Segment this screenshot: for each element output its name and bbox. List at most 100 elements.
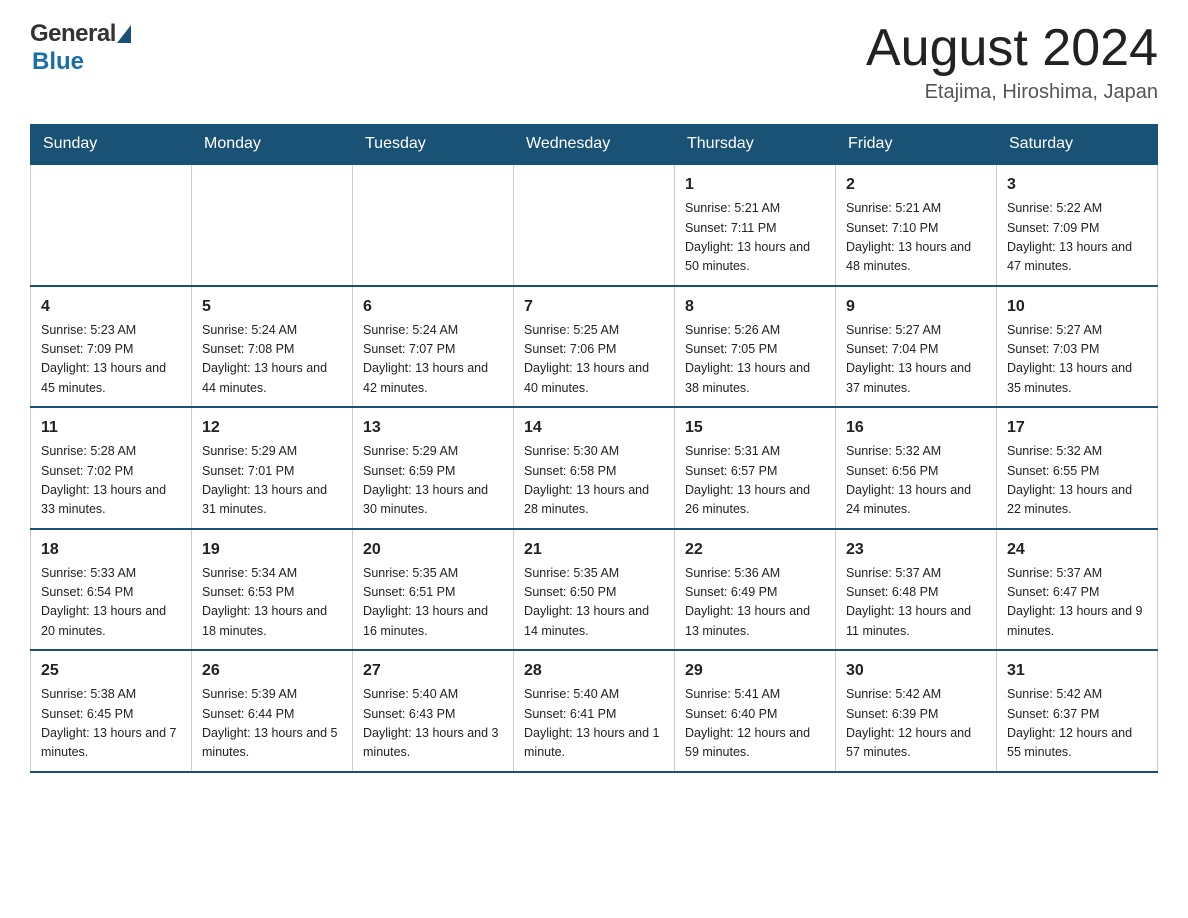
- calendar-day: 16Sunrise: 5:32 AM Sunset: 6:56 PM Dayli…: [836, 407, 997, 529]
- calendar-day: 18Sunrise: 5:33 AM Sunset: 6:54 PM Dayli…: [31, 529, 192, 651]
- day-number: 8: [685, 295, 825, 319]
- day-info: Sunrise: 5:41 AM Sunset: 6:40 PM Dayligh…: [685, 685, 825, 763]
- day-info: Sunrise: 5:27 AM Sunset: 7:03 PM Dayligh…: [1007, 321, 1147, 399]
- weekday-header-tuesday: Tuesday: [353, 125, 514, 165]
- weekday-header-saturday: Saturday: [997, 125, 1158, 165]
- calendar-day: 13Sunrise: 5:29 AM Sunset: 6:59 PM Dayli…: [353, 407, 514, 529]
- day-info: Sunrise: 5:25 AM Sunset: 7:06 PM Dayligh…: [524, 321, 664, 399]
- calendar-day: 17Sunrise: 5:32 AM Sunset: 6:55 PM Dayli…: [997, 407, 1158, 529]
- day-info: Sunrise: 5:21 AM Sunset: 7:11 PM Dayligh…: [685, 199, 825, 277]
- calendar-day: [353, 164, 514, 286]
- logo: General Blue: [30, 20, 131, 76]
- calendar-day: 6Sunrise: 5:24 AM Sunset: 7:07 PM Daylig…: [353, 286, 514, 408]
- calendar-day: 3Sunrise: 5:22 AM Sunset: 7:09 PM Daylig…: [997, 164, 1158, 286]
- weekday-header-monday: Monday: [192, 125, 353, 165]
- calendar-day: 31Sunrise: 5:42 AM Sunset: 6:37 PM Dayli…: [997, 650, 1158, 772]
- day-info: Sunrise: 5:37 AM Sunset: 6:47 PM Dayligh…: [1007, 564, 1147, 642]
- day-number: 31: [1007, 659, 1147, 683]
- calendar-day: 20Sunrise: 5:35 AM Sunset: 6:51 PM Dayli…: [353, 529, 514, 651]
- calendar-day: 4Sunrise: 5:23 AM Sunset: 7:09 PM Daylig…: [31, 286, 192, 408]
- day-info: Sunrise: 5:24 AM Sunset: 7:08 PM Dayligh…: [202, 321, 342, 399]
- header-title-section: August 2024 Etajima, Hiroshima, Japan: [866, 20, 1158, 104]
- calendar-day: 19Sunrise: 5:34 AM Sunset: 6:53 PM Dayli…: [192, 529, 353, 651]
- calendar-day: [31, 164, 192, 286]
- day-info: Sunrise: 5:39 AM Sunset: 6:44 PM Dayligh…: [202, 685, 342, 763]
- month-title: August 2024: [866, 20, 1158, 77]
- day-number: 6: [363, 295, 503, 319]
- day-number: 7: [524, 295, 664, 319]
- calendar-day: [192, 164, 353, 286]
- day-number: 20: [363, 538, 503, 562]
- day-number: 23: [846, 538, 986, 562]
- day-info: Sunrise: 5:21 AM Sunset: 7:10 PM Dayligh…: [846, 199, 986, 277]
- day-number: 25: [41, 659, 181, 683]
- day-number: 10: [1007, 295, 1147, 319]
- weekday-header-friday: Friday: [836, 125, 997, 165]
- day-number: 27: [363, 659, 503, 683]
- day-number: 22: [685, 538, 825, 562]
- day-number: 5: [202, 295, 342, 319]
- day-number: 9: [846, 295, 986, 319]
- day-info: Sunrise: 5:30 AM Sunset: 6:58 PM Dayligh…: [524, 442, 664, 520]
- calendar-day: 28Sunrise: 5:40 AM Sunset: 6:41 PM Dayli…: [514, 650, 675, 772]
- day-number: 28: [524, 659, 664, 683]
- day-info: Sunrise: 5:40 AM Sunset: 6:43 PM Dayligh…: [363, 685, 503, 763]
- calendar-day: 5Sunrise: 5:24 AM Sunset: 7:08 PM Daylig…: [192, 286, 353, 408]
- calendar-day: 26Sunrise: 5:39 AM Sunset: 6:44 PM Dayli…: [192, 650, 353, 772]
- location-label: Etajima, Hiroshima, Japan: [866, 81, 1158, 104]
- calendar-table: SundayMondayTuesdayWednesdayThursdayFrid…: [30, 124, 1158, 773]
- day-number: 1: [685, 173, 825, 197]
- day-info: Sunrise: 5:32 AM Sunset: 6:56 PM Dayligh…: [846, 442, 986, 520]
- day-number: 15: [685, 416, 825, 440]
- day-info: Sunrise: 5:24 AM Sunset: 7:07 PM Dayligh…: [363, 321, 503, 399]
- weekday-header-sunday: Sunday: [31, 125, 192, 165]
- day-info: Sunrise: 5:42 AM Sunset: 6:37 PM Dayligh…: [1007, 685, 1147, 763]
- logo-blue-text: Blue: [32, 48, 84, 75]
- calendar-day: 9Sunrise: 5:27 AM Sunset: 7:04 PM Daylig…: [836, 286, 997, 408]
- day-info: Sunrise: 5:28 AM Sunset: 7:02 PM Dayligh…: [41, 442, 181, 520]
- day-info: Sunrise: 5:38 AM Sunset: 6:45 PM Dayligh…: [41, 685, 181, 763]
- day-info: Sunrise: 5:33 AM Sunset: 6:54 PM Dayligh…: [41, 564, 181, 642]
- day-info: Sunrise: 5:40 AM Sunset: 6:41 PM Dayligh…: [524, 685, 664, 763]
- weekday-header-wednesday: Wednesday: [514, 125, 675, 165]
- day-info: Sunrise: 5:42 AM Sunset: 6:39 PM Dayligh…: [846, 685, 986, 763]
- day-number: 17: [1007, 416, 1147, 440]
- calendar-day: 7Sunrise: 5:25 AM Sunset: 7:06 PM Daylig…: [514, 286, 675, 408]
- day-info: Sunrise: 5:32 AM Sunset: 6:55 PM Dayligh…: [1007, 442, 1147, 520]
- calendar-day: 8Sunrise: 5:26 AM Sunset: 7:05 PM Daylig…: [675, 286, 836, 408]
- day-info: Sunrise: 5:27 AM Sunset: 7:04 PM Dayligh…: [846, 321, 986, 399]
- day-number: 30: [846, 659, 986, 683]
- day-info: Sunrise: 5:23 AM Sunset: 7:09 PM Dayligh…: [41, 321, 181, 399]
- day-number: 19: [202, 538, 342, 562]
- day-info: Sunrise: 5:36 AM Sunset: 6:49 PM Dayligh…: [685, 564, 825, 642]
- calendar-week-1: 1Sunrise: 5:21 AM Sunset: 7:11 PM Daylig…: [31, 164, 1158, 286]
- page-header: General Blue August 2024 Etajima, Hirosh…: [30, 20, 1158, 104]
- day-number: 16: [846, 416, 986, 440]
- day-number: 12: [202, 416, 342, 440]
- day-info: Sunrise: 5:35 AM Sunset: 6:51 PM Dayligh…: [363, 564, 503, 642]
- day-info: Sunrise: 5:29 AM Sunset: 7:01 PM Dayligh…: [202, 442, 342, 520]
- day-info: Sunrise: 5:31 AM Sunset: 6:57 PM Dayligh…: [685, 442, 825, 520]
- day-number: 26: [202, 659, 342, 683]
- day-info: Sunrise: 5:26 AM Sunset: 7:05 PM Dayligh…: [685, 321, 825, 399]
- day-number: 18: [41, 538, 181, 562]
- day-info: Sunrise: 5:35 AM Sunset: 6:50 PM Dayligh…: [524, 564, 664, 642]
- calendar-day: 15Sunrise: 5:31 AM Sunset: 6:57 PM Dayli…: [675, 407, 836, 529]
- calendar-day: 30Sunrise: 5:42 AM Sunset: 6:39 PM Dayli…: [836, 650, 997, 772]
- day-number: 13: [363, 416, 503, 440]
- day-number: 11: [41, 416, 181, 440]
- calendar-day: 10Sunrise: 5:27 AM Sunset: 7:03 PM Dayli…: [997, 286, 1158, 408]
- weekday-header-row: SundayMondayTuesdayWednesdayThursdayFrid…: [31, 125, 1158, 165]
- day-info: Sunrise: 5:34 AM Sunset: 6:53 PM Dayligh…: [202, 564, 342, 642]
- calendar-day: 23Sunrise: 5:37 AM Sunset: 6:48 PM Dayli…: [836, 529, 997, 651]
- calendar-week-4: 18Sunrise: 5:33 AM Sunset: 6:54 PM Dayli…: [31, 529, 1158, 651]
- calendar-day: 27Sunrise: 5:40 AM Sunset: 6:43 PM Dayli…: [353, 650, 514, 772]
- calendar-day: 22Sunrise: 5:36 AM Sunset: 6:49 PM Dayli…: [675, 529, 836, 651]
- calendar-day: 12Sunrise: 5:29 AM Sunset: 7:01 PM Dayli…: [192, 407, 353, 529]
- calendar-day: 29Sunrise: 5:41 AM Sunset: 6:40 PM Dayli…: [675, 650, 836, 772]
- calendar-week-2: 4Sunrise: 5:23 AM Sunset: 7:09 PM Daylig…: [31, 286, 1158, 408]
- calendar-week-3: 11Sunrise: 5:28 AM Sunset: 7:02 PM Dayli…: [31, 407, 1158, 529]
- calendar-day: 14Sunrise: 5:30 AM Sunset: 6:58 PM Dayli…: [514, 407, 675, 529]
- day-number: 3: [1007, 173, 1147, 197]
- day-info: Sunrise: 5:29 AM Sunset: 6:59 PM Dayligh…: [363, 442, 503, 520]
